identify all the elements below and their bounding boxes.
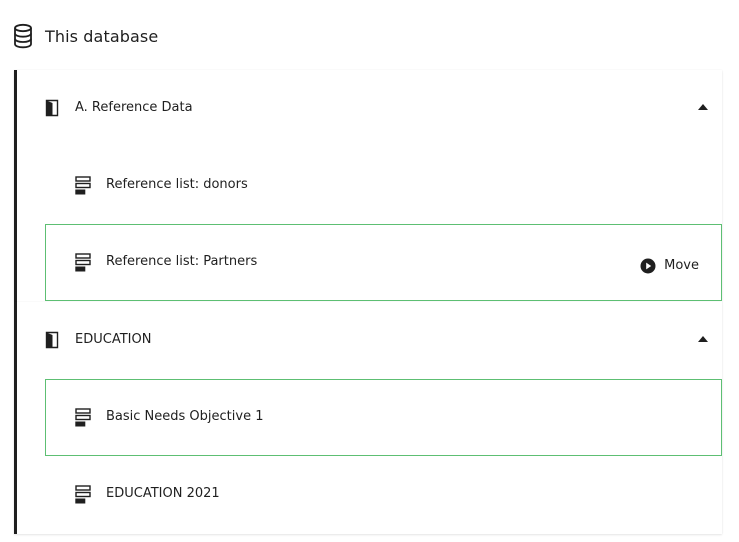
folder-header-reference-data[interactable]: A. Reference Data bbox=[17, 70, 722, 147]
item-label: Reference list: Partners bbox=[106, 254, 258, 269]
page: This database A. Reference Data Referenc… bbox=[0, 0, 739, 542]
item-label: EDUCATION 2021 bbox=[106, 486, 220, 501]
collapse-caret-icon[interactable] bbox=[698, 104, 708, 110]
section-title: This database bbox=[45, 26, 159, 46]
list-item-education-2021[interactable]: EDUCATION 2021 bbox=[45, 456, 722, 533]
section-header: This database bbox=[13, 22, 158, 50]
item-label: Reference list: donors bbox=[106, 177, 248, 192]
list-item-reference-partners[interactable]: Reference list: Partners Move bbox=[45, 224, 722, 301]
list-item-basic-needs-objective-1[interactable]: Basic Needs Objective 1 bbox=[45, 379, 722, 456]
folder-reference-data: A. Reference Data Reference list: donors… bbox=[14, 70, 722, 302]
form-icon bbox=[75, 253, 91, 272]
book-icon bbox=[45, 99, 59, 117]
folder-header-education[interactable]: EDUCATION bbox=[17, 302, 722, 379]
move-label: Move bbox=[664, 258, 699, 273]
form-icon bbox=[75, 176, 91, 195]
database-icon bbox=[14, 23, 32, 49]
book-icon bbox=[45, 331, 59, 349]
folder-education: EDUCATION Basic Needs Objective 1 EDUCAT… bbox=[14, 302, 722, 534]
collapse-caret-icon[interactable] bbox=[698, 336, 708, 342]
list-item-reference-donors[interactable]: Reference list: donors bbox=[45, 147, 722, 224]
form-icon bbox=[75, 408, 91, 427]
folder-label: EDUCATION bbox=[75, 332, 152, 347]
folder-label: A. Reference Data bbox=[75, 100, 193, 115]
form-icon bbox=[75, 485, 91, 504]
item-label: Basic Needs Objective 1 bbox=[106, 409, 264, 424]
play-circle-icon bbox=[640, 258, 656, 274]
move-button[interactable]: Move bbox=[640, 258, 699, 274]
